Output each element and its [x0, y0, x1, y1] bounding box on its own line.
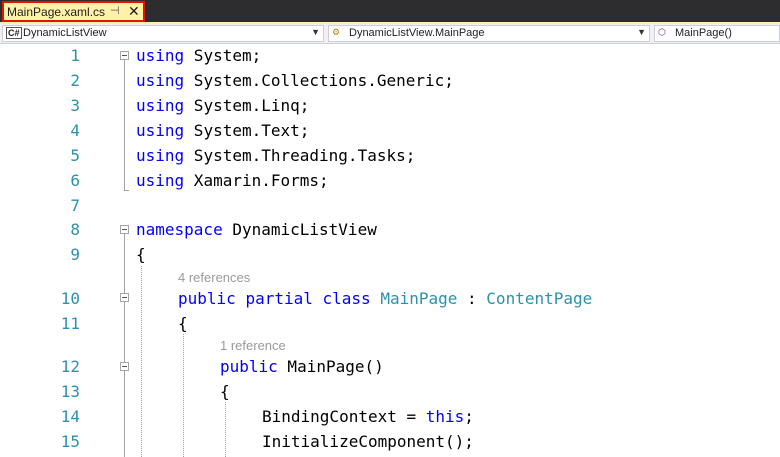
code-line[interactable]: BindingContext = this; [262, 407, 474, 426]
line-number: 6 [70, 171, 80, 190]
code-line[interactable]: { [220, 382, 230, 401]
line-number: 2 [70, 71, 80, 90]
line-number: 3 [70, 96, 80, 115]
indent-guide [141, 266, 142, 457]
codelens-references[interactable]: 1 reference [220, 338, 286, 353]
collapse-namespace-icon[interactable] [120, 225, 129, 234]
line-number: 1 [70, 46, 80, 65]
line-number: 10 [60, 289, 80, 308]
line-number: 4 [70, 121, 80, 140]
document-tab[interactable]: MainPage.xaml.cs ⊣ ✕ [2, 1, 145, 22]
code-line[interactable]: using System; [136, 46, 261, 65]
code-editor[interactable]: 1 using System; 2 using System.Collectio… [0, 44, 780, 457]
code-line[interactable]: using System.Collections.Generic; [136, 71, 454, 90]
chevron-down-icon: ▼ [637, 27, 646, 37]
line-number: 11 [60, 314, 80, 333]
code-line[interactable]: using System.Threading.Tasks; [136, 146, 415, 165]
code-line[interactable]: using System.Linq; [136, 96, 309, 115]
project-dropdown-value: DynamicListView [23, 27, 107, 39]
chevron-down-icon: ▼ [311, 27, 320, 37]
line-number: 5 [70, 146, 80, 165]
class-icon: ⚙ [332, 27, 341, 37]
type-dropdown[interactable]: ⚙ DynamicListView.MainPage ▼ [328, 25, 650, 42]
member-dropdown[interactable]: ⬡ MainPage() [654, 25, 780, 42]
fold-guide [124, 60, 125, 191]
member-dropdown-value: MainPage() [675, 27, 732, 39]
code-line[interactable]: public partial class MainPage : ContentP… [178, 289, 592, 308]
document-tab-strip: MainPage.xaml.cs ⊣ ✕ [0, 0, 780, 24]
code-line[interactable]: using System.Text; [136, 121, 309, 140]
line-number: 8 [70, 220, 80, 239]
method-icon: ⬡ [658, 27, 666, 37]
line-number: 14 [60, 407, 80, 426]
fold-end-marker [124, 190, 129, 191]
line-number: 9 [70, 245, 80, 264]
indent-guide [225, 402, 226, 457]
line-number: 13 [60, 382, 80, 401]
pin-icon[interactable]: ⊣ [110, 4, 120, 17]
code-line[interactable]: namespace DynamicListView [136, 220, 377, 239]
code-line[interactable]: public MainPage() [220, 357, 384, 376]
line-number: 15 [60, 432, 80, 451]
line-number: 12 [60, 357, 80, 376]
code-line[interactable]: { [178, 314, 188, 333]
codelens-references[interactable]: 4 references [178, 270, 250, 285]
type-dropdown-value: DynamicListView.MainPage [349, 27, 485, 39]
close-tab-icon[interactable]: ✕ [128, 3, 140, 20]
code-line[interactable]: InitializeComponent(); [262, 432, 474, 451]
code-line[interactable]: { [136, 245, 146, 264]
line-number: 7 [70, 196, 80, 215]
navigation-bar: C# DynamicListView ▼ ⚙ DynamicListView.M… [0, 24, 780, 44]
csharp-file-icon: C# [6, 27, 22, 39]
fold-guide [124, 234, 125, 457]
project-dropdown[interactable]: C# DynamicListView ▼ [2, 25, 324, 42]
code-line[interactable]: using Xamarin.Forms; [136, 171, 329, 190]
collapse-usings-icon[interactable] [120, 51, 129, 60]
tab-filename: MainPage.xaml.cs [7, 5, 106, 19]
collapse-method-icon[interactable] [120, 362, 129, 371]
indent-guide [183, 334, 184, 457]
collapse-class-icon[interactable] [120, 293, 129, 302]
